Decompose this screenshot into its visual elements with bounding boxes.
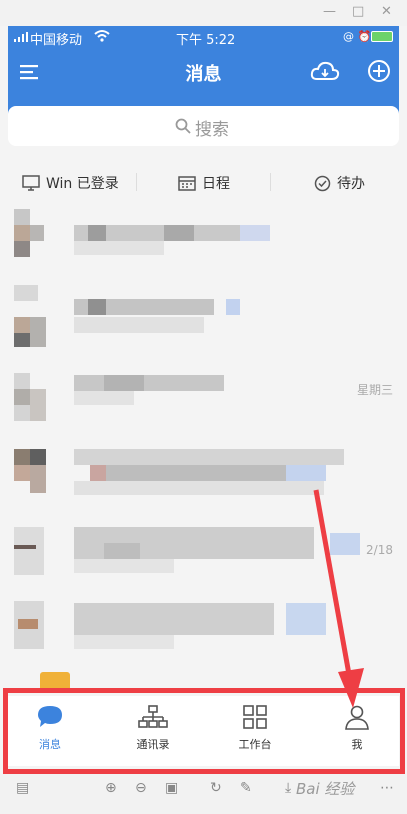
actual-size-icon[interactable]: ▣ — [165, 780, 178, 796]
edit-icon[interactable]: ✎ — [240, 780, 252, 796]
layout-icon[interactable]: ▤ — [16, 780, 29, 796]
zoom-in-icon[interactable]: ⊕ — [105, 780, 117, 796]
more-icon[interactable]: ⋯ — [380, 780, 394, 796]
download-icon[interactable]: ⤓ — [285, 780, 291, 796]
watermark: Bai 经验 — [296, 780, 355, 798]
annotation-arrow — [313, 489, 364, 708]
rotate-icon[interactable]: ↻ — [210, 780, 222, 796]
zoom-out-icon[interactable]: ⊖ — [135, 780, 147, 796]
